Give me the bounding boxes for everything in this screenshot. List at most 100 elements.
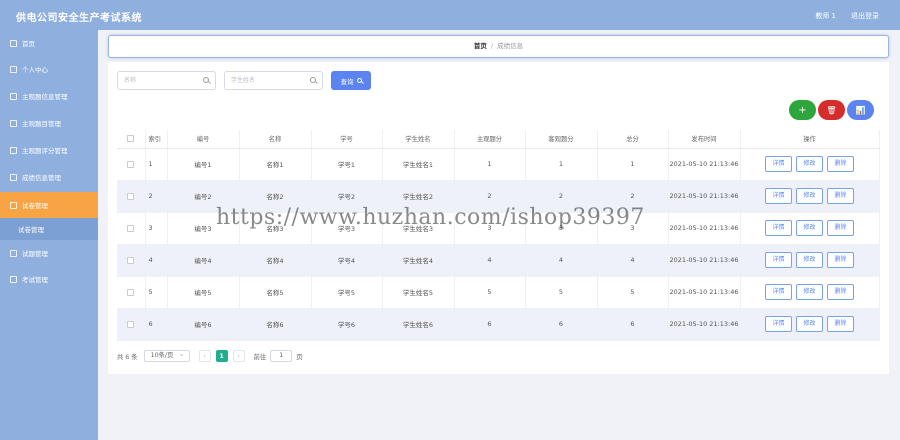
sidebar-item-grades[interactable]: 成绩信息管理 [0,164,98,190]
sidebar-item-questions[interactable]: 试题管理 [0,240,98,266]
cell-objective: 4 [525,244,598,277]
student-search-input[interactable] [225,72,305,89]
column-header: 操作 [740,130,880,149]
row-select-cell[interactable] [117,180,146,213]
actions-cell: 详情 修改 删除 [740,180,880,213]
actions-cell: 详情 修改 删除 [740,244,880,277]
batch-delete-button[interactable]: 🗑 [818,100,845,120]
list-icon [10,119,17,127]
actions-cell: 详情 修改 删除 [740,276,880,309]
sidebar-item-profile[interactable]: 个人中心 [0,56,98,82]
total-count: 共 6 条 [117,353,138,361]
sidebar-item-subjective-info[interactable]: 主观题信息管理 [0,83,98,109]
cell-total: 4 [597,244,669,277]
trash-icon: 🗑 [826,105,837,115]
delete-button[interactable]: 删除 [827,156,854,172]
column-header: 名称 [239,130,312,149]
cell-code: 编号6 [167,308,240,341]
detail-button[interactable]: 详情 [765,220,792,236]
detail-button[interactable]: 详情 [765,156,792,172]
breadcrumb-home[interactable]: 首页 [474,42,487,50]
sidebar-item-label: 成绩信息管理 [22,174,61,182]
edit-button[interactable]: 修改 [796,316,823,332]
delete-button[interactable]: 删除 [827,188,854,204]
breadcrumb-separator: / [490,42,494,50]
sidebar-item-label: 主观题评分管理 [22,147,68,155]
detail-button[interactable]: 详情 [765,188,792,204]
breadcrumb: 首页 / 成绩信息 [108,35,889,58]
cell-subjective: 5 [454,276,526,309]
row-select-cell[interactable] [117,244,146,277]
sidebar-item-home[interactable]: 首页 [0,30,98,56]
chart-button[interactable]: 📊 [847,100,874,120]
row-select-cell[interactable] [117,212,146,245]
column-header: 索引 [145,130,168,149]
cell-student-name: 学生姓名5 [382,276,455,309]
student-search-field[interactable] [224,71,323,90]
page-number-button[interactable]: 1 [215,350,228,362]
row-select-cell[interactable] [117,148,146,181]
sidebar-item-label: 试卷管理 [22,202,48,210]
detail-button[interactable]: 详情 [765,316,792,332]
cell-index: 2 [145,180,168,213]
edit-button[interactable]: 修改 [796,156,823,172]
cell-total: 6 [597,308,669,341]
sidebar-item-label: 考试管理 [22,276,48,284]
watermark-text: https://www.huzhan.com/ishop39397 [216,205,645,230]
bar-chart-icon: 📊 [855,105,866,115]
edit-button[interactable]: 修改 [796,188,823,204]
sidebar-item-subjective-scoring[interactable]: 主观题评分管理 [0,137,98,163]
row-checkbox[interactable] [127,320,135,328]
delete-button[interactable]: 删除 [827,316,854,332]
sidebar-item-papers[interactable]: 试卷管理 [0,192,98,218]
cell-index: 4 [145,244,168,277]
logout-link[interactable]: 退出登录 [851,11,879,21]
select-all-checkbox[interactable] [127,135,135,142]
plus-icon: + [798,104,807,116]
cell-time: 2021-05-10 21:13:46 [668,148,741,181]
cell-objective: 1 [525,148,598,181]
delete-button[interactable]: 删除 [827,252,854,268]
sidebar-subitem-papers[interactable]: 试卷管理 [0,218,98,240]
edit-button[interactable]: 修改 [796,284,823,300]
delete-button[interactable]: 删除 [827,220,854,236]
cell-objective: 5 [525,276,598,309]
edit-button[interactable]: 修改 [796,252,823,268]
name-search-field[interactable] [117,71,216,90]
search-icon [310,77,316,83]
query-button[interactable]: 查询 [331,71,371,90]
grade-icon [10,173,17,181]
cell-index: 6 [145,308,168,341]
row-select-cell[interactable] [117,308,146,341]
home-icon [10,39,17,47]
edit-button[interactable]: 修改 [796,220,823,236]
add-button[interactable]: + [789,100,816,120]
actions-cell: 详情 修改 删除 [740,212,880,245]
next-page-button[interactable]: › [232,350,245,362]
goto-page-input[interactable]: 1 [270,350,293,362]
row-checkbox[interactable] [127,160,135,168]
row-select-cell[interactable] [117,276,146,309]
paper-icon [10,201,17,209]
column-header: 总分 [597,130,669,149]
table-row: 5 编号5 名称5 学号5 学生姓名5 5 5 5 2021-05-10 21:13:46 详情修… [117,276,880,309]
row-checkbox[interactable] [127,256,135,264]
row-checkbox[interactable] [127,224,135,232]
delete-button[interactable]: 删除 [827,284,854,300]
page-size-select[interactable]: 10条/页 [143,349,190,362]
sidebar-item-exams[interactable]: 考试管理 [0,266,98,292]
select-all-cell[interactable] [117,130,146,149]
name-search-input[interactable] [118,72,198,89]
cell-name: 名称5 [239,276,312,309]
table-row: 4 编号4 名称4 学号4 学生姓名4 4 4 4 2021-05-10 21:13:46 详情修… [117,244,880,277]
search-icon [356,78,362,83]
column-header: 学生姓名 [382,130,455,149]
row-checkbox[interactable] [127,192,135,200]
cell-subjective: 4 [454,244,526,277]
detail-button[interactable]: 详情 [765,252,792,268]
row-checkbox[interactable] [127,288,135,296]
prev-page-button[interactable]: ‹ [198,350,211,362]
sidebar-item-subjective-questions[interactable]: 主观题目管理 [0,110,98,136]
cell-code: 编号5 [167,276,240,309]
detail-button[interactable]: 详情 [765,284,792,300]
